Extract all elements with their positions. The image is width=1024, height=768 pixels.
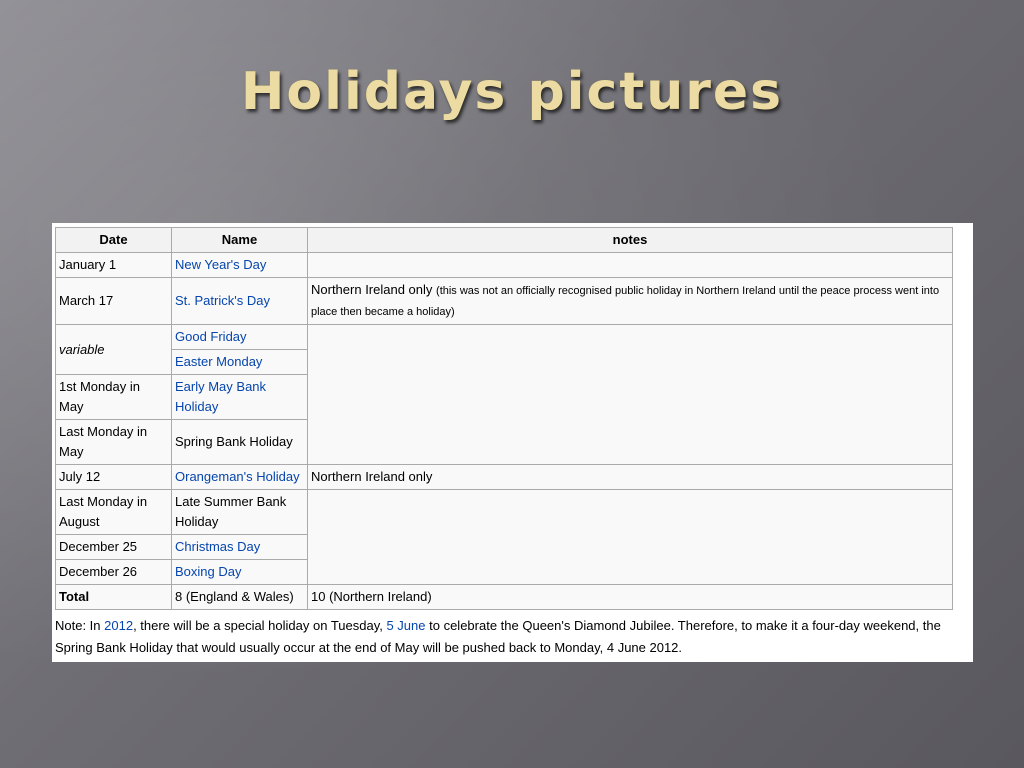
holiday-link[interactable]: St. Patrick's Day [175,293,270,308]
holiday-link[interactable]: Orangeman's Holiday [175,469,300,484]
note-main: Northern Ireland only [311,282,433,297]
table-row: Last Monday in August Late Summer Bank H… [55,489,953,585]
holiday-link[interactable]: Boxing Day [175,564,241,579]
notes-cell [307,324,953,465]
table-row: March 17 St. Patrick's Day Northern Irel… [55,277,953,325]
name-cell: Late Summer Bank Holiday [171,489,308,535]
table-row: variable Good Friday [55,324,953,465]
holiday-link[interactable]: Good Friday [175,329,247,344]
date-cell: Last Monday in August [55,489,172,535]
table-panel: Date Name notes January 1 New Year's Day… [52,223,973,662]
year-link[interactable]: 2012 [104,618,133,633]
name-cell: Boxing Day [171,559,308,585]
name-cell: Early May Bank Holiday [171,374,308,420]
table-row: July 12 Orangeman's Holiday Northern Ire… [55,464,953,490]
name-cell: Easter Monday [171,349,308,375]
table-row: January 1 New Year's Day [55,252,953,278]
holiday-link[interactable]: Easter Monday [175,354,262,369]
total-label: Total [55,584,172,610]
date-cell: variable [55,324,172,375]
date-link[interactable]: 5 June [386,618,425,633]
date-cell: Last Monday in May [55,419,172,465]
name-cell: New Year's Day [171,252,308,278]
name-cell: Good Friday [171,324,308,350]
date-cell: January 1 [55,252,172,278]
note-text: Note: In [55,618,105,633]
table-total-row: Total 8 (England & Wales) 10 (Northern I… [55,584,953,610]
holidays-table: Date Name notes January 1 New Year's Day… [55,227,953,610]
name-cell: Spring Bank Holiday [171,419,308,465]
holiday-link[interactable]: Early May Bank Holiday [175,379,266,414]
note-text: , there will be a special holiday on Tue… [133,618,387,633]
header-name: Name [171,227,308,253]
notes-cell: Northern Ireland only (this was not an o… [307,277,953,325]
holiday-link[interactable]: New Year's Day [175,257,266,272]
date-cell: March 17 [55,277,172,325]
date-cell: 1st Monday in May [55,374,172,420]
jubilee-note: Note: In 2012, there will be a special h… [55,615,965,659]
header-date: Date [55,227,172,253]
notes-cell [307,252,953,278]
holiday-link[interactable]: Christmas Day [175,539,260,554]
name-cell: Orangeman's Holiday [171,464,308,490]
name-cell: Christmas Day [171,534,308,560]
table-header-row: Date Name notes [55,227,953,253]
date-cell: July 12 [55,464,172,490]
date-cell: December 25 [55,534,172,560]
header-notes: notes [307,227,953,253]
slide-title: Holidays pictures [240,62,784,122]
notes-cell [307,489,953,585]
total-northern-ireland: 10 (Northern Ireland) [307,584,953,610]
name-cell: St. Patrick's Day [171,277,308,325]
date-cell: December 26 [55,559,172,585]
total-england-wales: 8 (England & Wales) [171,584,308,610]
notes-cell: Northern Ireland only [307,464,953,490]
